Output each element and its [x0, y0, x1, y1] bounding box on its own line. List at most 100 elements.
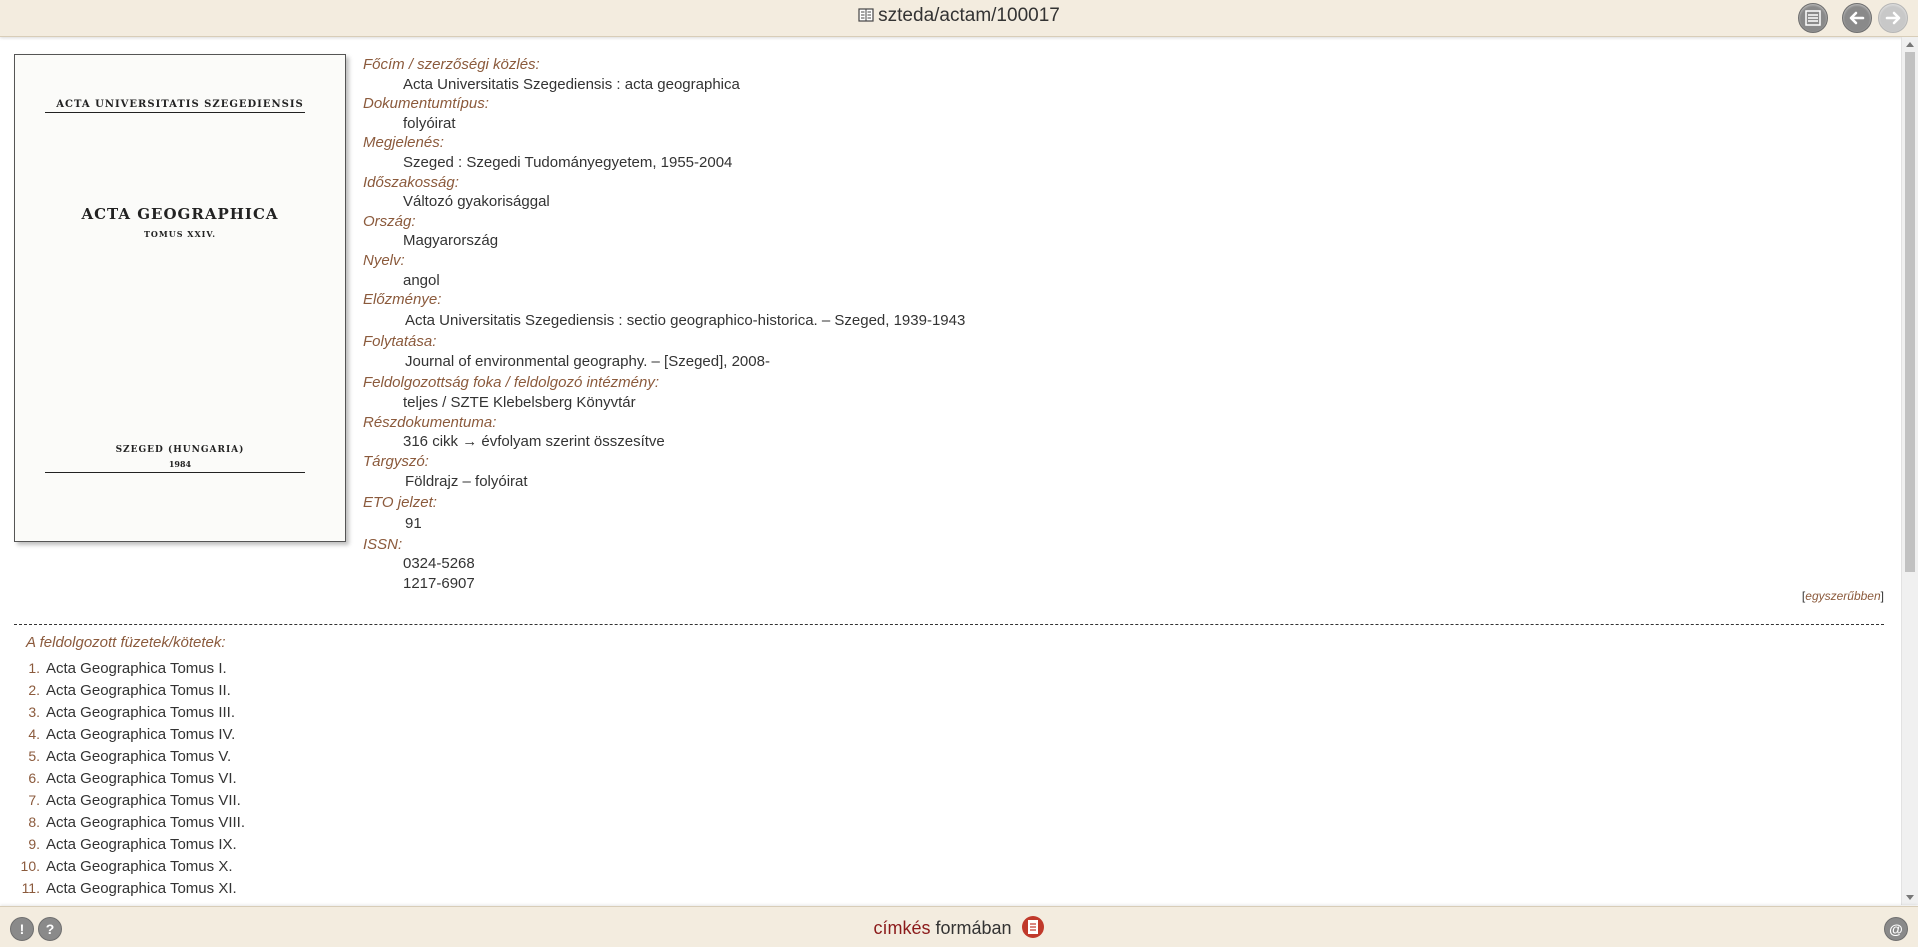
field-document-type: Dokumentumtípus: folyóirat: [363, 94, 1863, 133]
field-label: Tárgyszó:: [363, 452, 429, 470]
list-item-number: 2.: [28, 682, 40, 698]
list-item[interactable]: 7. Acta Geographica Tomus VII.: [16, 792, 245, 814]
list-item[interactable]: 3. Acta Geographica Tomus III.: [16, 704, 245, 726]
list-item-number: 3.: [28, 704, 40, 720]
field-value: 0324-5268: [403, 555, 475, 573]
list-item[interactable]: 9. Acta Geographica Tomus IX.: [16, 836, 245, 858]
field-processing: Feldolgozottság foka / feldolgozó intézm…: [363, 373, 1863, 412]
field-value: 1217-6907: [403, 575, 475, 593]
volume-link[interactable]: Acta Geographica Tomus III.: [46, 704, 235, 721]
field-issn: ISSN: 0324-5268 1217-6907: [363, 535, 1863, 594]
field-value: teljes / SZTE Klebelsberg Könyvtár: [403, 393, 636, 411]
scroll-thumb[interactable]: [1905, 52, 1915, 572]
volume-link[interactable]: Acta Geographica Tomus X.: [46, 858, 233, 875]
volume-link[interactable]: Acta Geographica Tomus VIII.: [46, 814, 245, 831]
list-item[interactable]: 8. Acta Geographica Tomus VIII.: [16, 814, 245, 836]
field-continuation: Folytatása: Journal of environmental geo…: [363, 332, 1863, 374]
field-label: Főcím / szerzőségi közlés:: [363, 56, 540, 73]
list-item-number: 1.: [28, 660, 40, 676]
field-frequency: Időszakosság: Változó gyakorisággal: [363, 173, 1863, 212]
field-value: Acta Universitatis Szegediensis : acta g…: [403, 75, 740, 93]
subject-link[interactable]: Földrajz – folyóirat: [363, 471, 1863, 493]
field-label: Előzménye:: [363, 291, 442, 309]
field-value: folyóirat: [403, 114, 456, 132]
list-icon: [1805, 10, 1821, 26]
udc-link[interactable]: 91: [363, 513, 1863, 535]
forward-button[interactable]: [1878, 3, 1908, 33]
field-label: ISSN:: [363, 535, 403, 553]
simpler-view-toggle: [egyszerűbben]: [1802, 589, 1884, 603]
list-item-number: 9.: [28, 836, 40, 852]
cover-image: ACTA UNIVERSITATIS SZEGEDIENSIS ACTA GEO…: [14, 54, 346, 542]
labeled-format-toggle[interactable]: címkés formában: [0, 915, 1918, 939]
list-item[interactable]: 6. Acta Geographica Tomus VI.: [16, 770, 245, 792]
scroll-down-arrow-icon[interactable]: [1906, 895, 1914, 900]
field-value: angol: [403, 271, 440, 289]
field-value: Szeged : Szegedi Tudományegyetem, 1955-2…: [403, 153, 733, 171]
list-item[interactable]: 11. Acta Geographica Tomus XI.: [16, 880, 245, 902]
volume-link[interactable]: Acta Geographica Tomus II.: [46, 682, 231, 699]
bracket-close: ]: [1880, 589, 1884, 603]
volumes-heading: A feldolgozott füzetek/kötetek:: [26, 634, 226, 651]
field-value: Változó gyakorisággal: [403, 193, 550, 211]
field-language: Nyelv: angol: [363, 251, 1863, 290]
field-subject: Tárgyszó: Földrajz – folyóirat: [363, 452, 1863, 494]
page-title: szteda/actam/100017: [878, 5, 1060, 26]
continuation-link[interactable]: Journal of environmental geography. – [S…: [363, 351, 1863, 373]
contact-button[interactable]: @: [1884, 917, 1908, 941]
page-title-area: szteda/actam/100017: [0, 5, 1918, 27]
section-divider: [14, 624, 1884, 625]
field-label: Megjelenés:: [363, 134, 444, 152]
format-word-form[interactable]: formában: [935, 918, 1011, 938]
field-publication: Megjelenés: Szeged : Szegedi Tudományegy…: [363, 133, 1863, 172]
volume-link[interactable]: Acta Geographica Tomus V.: [46, 748, 231, 765]
list-item[interactable]: 4. Acta Geographica Tomus IV.: [16, 726, 245, 748]
bottom-bar: ! ? címkés formában @: [0, 906, 1918, 947]
field-label: Nyelv:: [363, 251, 405, 269]
list-item-number: 8.: [28, 814, 40, 830]
list-item[interactable]: 10. Acta Geographica Tomus X.: [16, 858, 245, 880]
scroll-up-arrow-icon[interactable]: [1906, 42, 1914, 47]
list-item[interactable]: 5. Acta Geographica Tomus V.: [16, 748, 245, 770]
record-fields: Főcím / szerzőségi közlés: Acta Universi…: [363, 55, 1863, 594]
field-value: Magyarország: [403, 232, 499, 250]
volume-link[interactable]: Acta Geographica Tomus XI.: [46, 880, 237, 897]
field-label: Dokumentumtípus:: [363, 95, 489, 113]
field-title: Főcím / szerzőségi közlés: Acta Universi…: [363, 55, 1863, 94]
field-label: Feldolgozottság foka / feldolgozó intézm…: [363, 374, 660, 392]
list-item[interactable]: 1. Acta Geographica Tomus I.: [16, 660, 245, 682]
forward-arrow-icon: [1885, 11, 1901, 25]
field-label: Időszakosság:: [363, 173, 459, 191]
at-sign-icon: @: [1889, 921, 1903, 937]
volume-link[interactable]: Acta Geographica Tomus IV.: [46, 726, 235, 743]
document-icon: [858, 7, 874, 23]
list-item[interactable]: 2. Acta Geographica Tomus II.: [16, 682, 245, 704]
cover-title: ACTA GEOGRAPHICA: [81, 205, 279, 223]
cover-rule-top: [45, 112, 305, 113]
cover-year: 1984: [168, 459, 192, 469]
pdf-icon[interactable]: [1021, 915, 1045, 939]
format-word-labeled[interactable]: címkés: [873, 918, 930, 938]
vertical-scrollbar[interactable]: [1901, 37, 1918, 905]
list-item-number: 6.: [28, 770, 40, 786]
field-label: ETO jelzet:: [363, 494, 437, 512]
list-item-number: 10.: [20, 858, 40, 874]
back-button[interactable]: [1842, 3, 1872, 33]
cover-tomus: TOMUS XXIV.: [143, 229, 217, 239]
field-label: Részdokumentuma:: [363, 413, 497, 431]
field-udc: ETO jelzet: 91: [363, 493, 1863, 535]
volume-link[interactable]: Acta Geographica Tomus VII.: [46, 792, 241, 809]
cover-place: SZEGED (HUNGARIA): [115, 445, 245, 455]
list-item-number: 11.: [21, 880, 40, 896]
back-arrow-icon: [1849, 11, 1865, 25]
field-label: Folytatása:: [363, 332, 437, 350]
volume-link[interactable]: Acta Geographica Tomus VI.: [46, 770, 237, 787]
list-view-button[interactable]: [1798, 3, 1828, 33]
subdocuments-link[interactable]: 316 cikk → évfolyam szerint összesítve: [363, 432, 1863, 452]
volume-link[interactable]: Acta Geographica Tomus IX.: [46, 836, 237, 853]
predecessor-link[interactable]: Acta Universitatis Szegediensis : sectio…: [363, 310, 1863, 332]
volume-list: 1. Acta Geographica Tomus I. 2. Acta Geogr…: [16, 660, 245, 902]
field-country: Ország: Magyarország: [363, 212, 1863, 251]
volume-link[interactable]: Acta Geographica Tomus I.: [46, 660, 227, 677]
simpler-view-link[interactable]: egyszerűbben: [1805, 589, 1880, 603]
